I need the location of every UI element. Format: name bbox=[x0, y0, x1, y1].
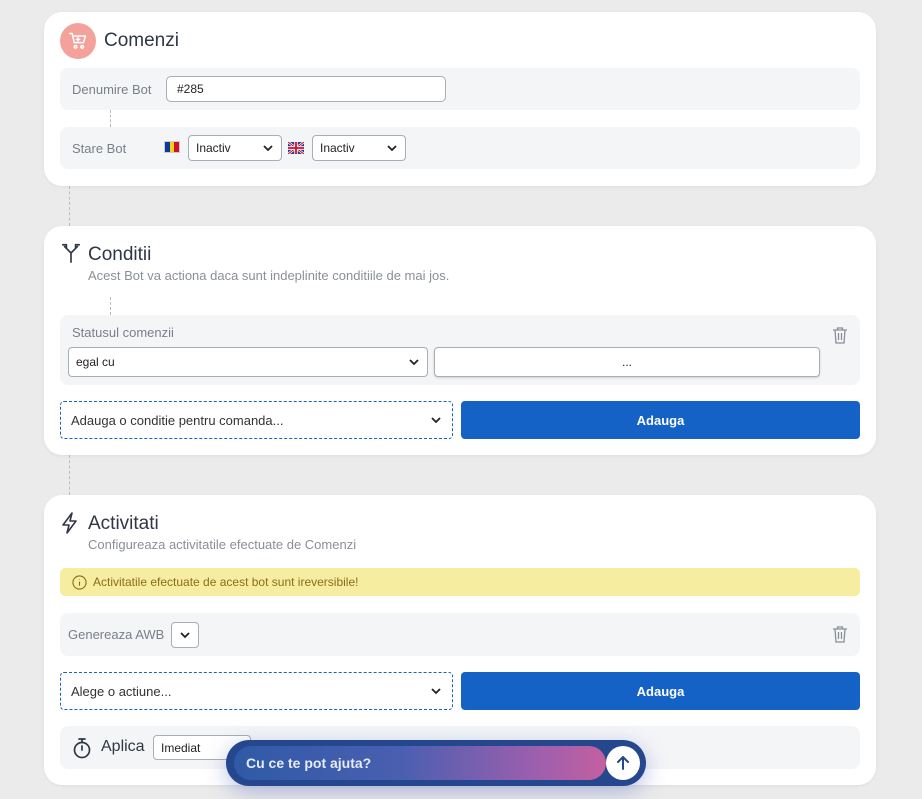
state-en-value: Inactiv bbox=[320, 141, 355, 155]
condition-value: ... bbox=[621, 355, 632, 369]
bot-state-row: Stare Bot Inactiv Inactiv bbox=[60, 127, 860, 169]
add-condition-select[interactable]: Adauga o conditie pentru comanda... bbox=[60, 401, 453, 439]
activity-label: Genereaza AWB bbox=[68, 627, 165, 642]
bot-name-value: #285 bbox=[177, 82, 204, 96]
state-ro-value: Inactiv bbox=[196, 141, 231, 155]
chat-placeholder: Cu ce te pot ajuta? bbox=[246, 755, 372, 771]
chevron-down-icon bbox=[431, 688, 441, 695]
action-select-text: Alege o actiune... bbox=[71, 683, 172, 699]
connector-line bbox=[110, 297, 111, 315]
connector-line bbox=[110, 110, 111, 127]
bot-name-row: Denumire Bot #285 bbox=[60, 68, 860, 110]
condition-value-picker[interactable]: ... bbox=[434, 347, 820, 377]
stopwatch-icon bbox=[73, 738, 91, 759]
conditii-card: Conditii Acest Bot va actiona daca sunt … bbox=[44, 226, 876, 455]
flag-ro-icon bbox=[164, 141, 180, 153]
chevron-down-icon bbox=[409, 359, 419, 366]
state-ro-select[interactable]: Inactiv bbox=[188, 135, 282, 161]
apply-timing-value: Imediat bbox=[161, 740, 201, 755]
trash-icon[interactable] bbox=[832, 625, 848, 643]
state-en-select[interactable]: Inactiv bbox=[312, 135, 406, 161]
warning-banner: Activitatile efectuate de acest bot sunt… bbox=[60, 568, 860, 596]
condition-row: Statusul comenzii egal cu ... bbox=[60, 315, 860, 385]
connector-line bbox=[69, 186, 70, 226]
card-title: Conditii bbox=[88, 244, 152, 265]
bot-state-label: Stare Bot bbox=[72, 141, 127, 156]
add-action-button[interactable]: Adauga bbox=[461, 672, 860, 710]
card-title: Comenzi bbox=[104, 30, 179, 51]
apply-label: Aplica bbox=[101, 738, 145, 755]
operator-value: egal cu bbox=[76, 355, 115, 369]
card-title: Activitati bbox=[88, 513, 159, 534]
split-arrow-icon bbox=[61, 243, 81, 263]
action-select[interactable]: Alege o actiune... bbox=[60, 672, 453, 710]
operator-select[interactable]: egal cu bbox=[68, 347, 428, 377]
trash-icon[interactable] bbox=[832, 326, 848, 344]
chat-widget: Cu ce te pot ajuta? bbox=[226, 740, 646, 786]
card-subtitle: Configureaza activitatile efectuate de C… bbox=[88, 537, 357, 552]
card-subtitle: Acest Bot va actiona daca sunt indeplini… bbox=[88, 268, 450, 283]
arrow-up-icon bbox=[617, 756, 629, 770]
flag-uk-icon bbox=[287, 141, 305, 155]
chat-send-button[interactable] bbox=[606, 746, 640, 780]
add-condition-text: Adauga o conditie pentru comanda... bbox=[71, 412, 284, 428]
chat-input[interactable]: Cu ce te pot ajuta? bbox=[234, 746, 606, 780]
activity-row: Genereaza AWB bbox=[60, 613, 860, 656]
bot-name-input[interactable]: #285 bbox=[166, 76, 446, 102]
comenzi-card: Comenzi Denumire Bot #285 Stare Bot Inac… bbox=[44, 12, 876, 186]
warning-text: Activitatile efectuate de acest bot sunt… bbox=[93, 575, 359, 589]
lightning-icon bbox=[62, 512, 77, 534]
info-icon bbox=[72, 574, 87, 590]
chevron-down-icon bbox=[387, 145, 397, 152]
bot-name-label: Denumire Bot bbox=[72, 82, 152, 97]
connector-line bbox=[69, 455, 70, 495]
cart-icon bbox=[60, 23, 96, 59]
chevron-down-icon bbox=[180, 632, 190, 639]
awb-select[interactable] bbox=[171, 622, 199, 648]
condition-label: Statusul comenzii bbox=[72, 325, 174, 340]
chevron-down-icon bbox=[263, 145, 273, 152]
add-condition-button[interactable]: Adauga bbox=[461, 401, 860, 439]
chevron-down-icon bbox=[431, 417, 441, 424]
